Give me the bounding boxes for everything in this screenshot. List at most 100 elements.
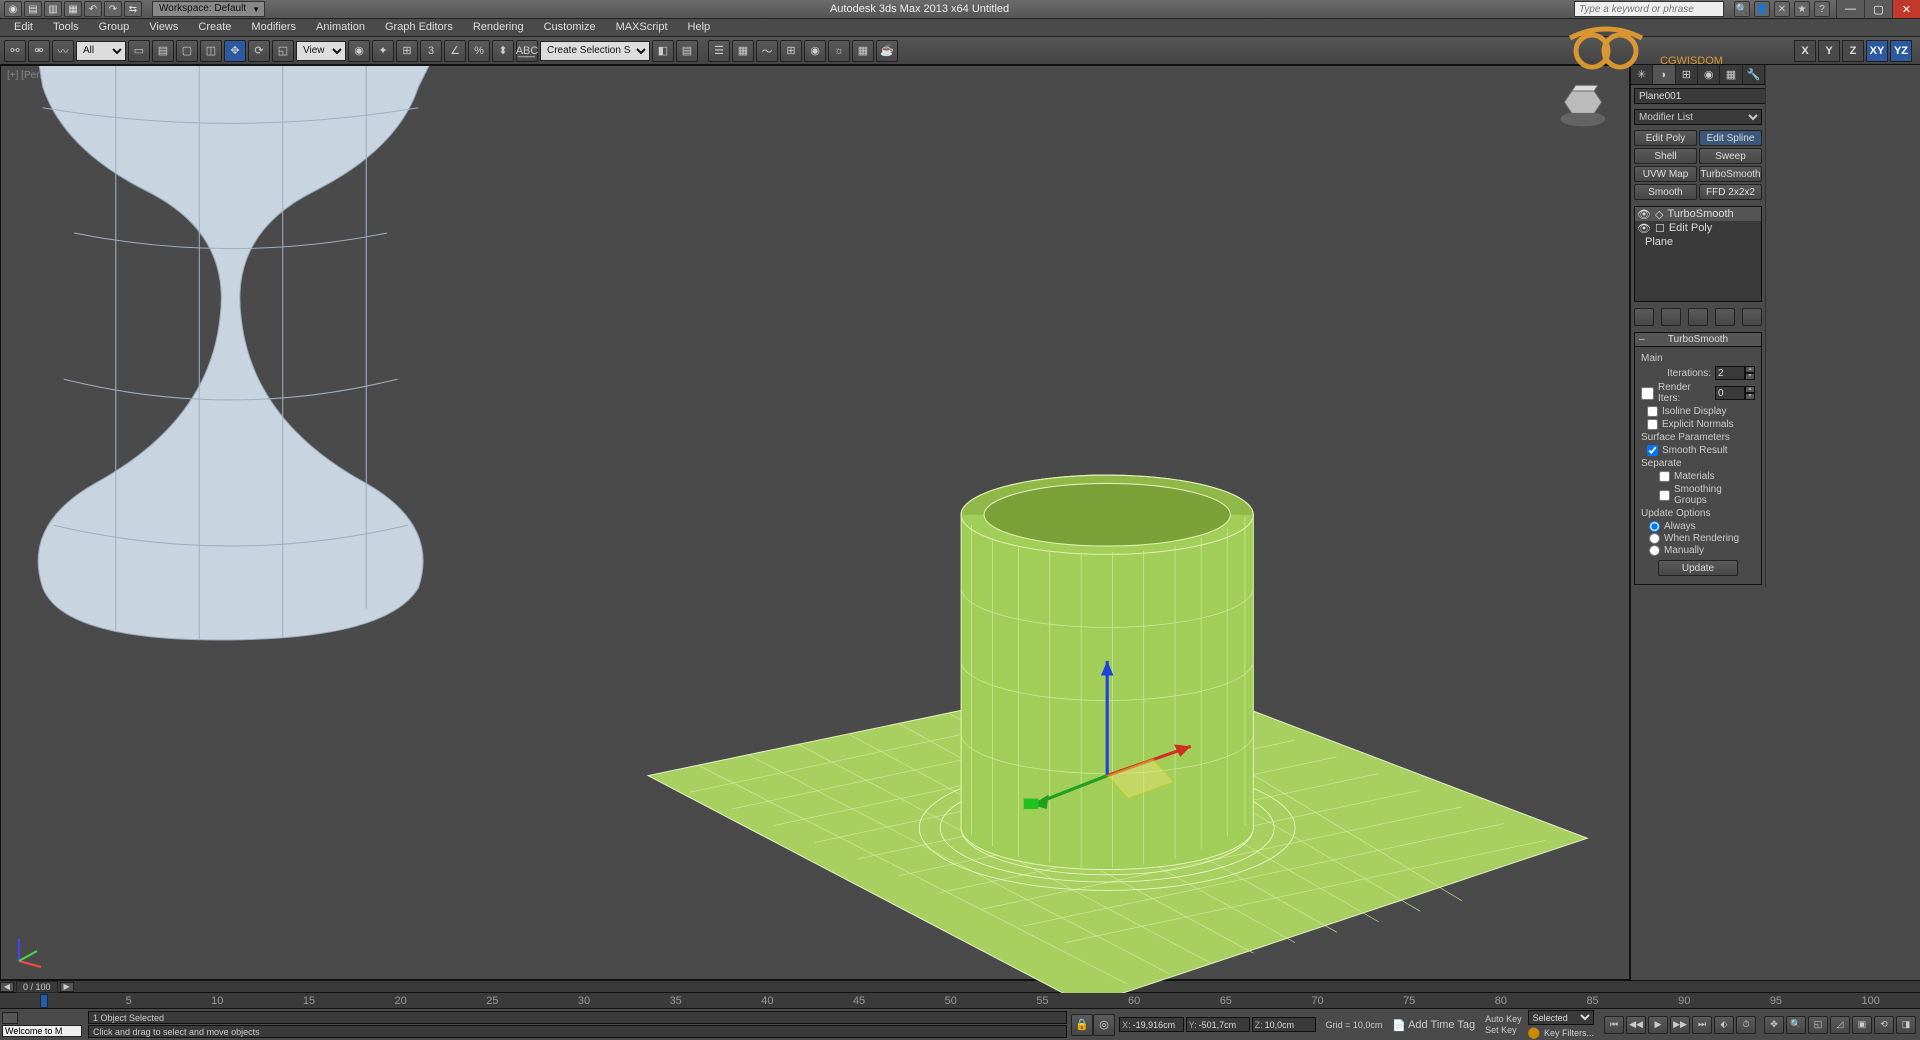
timeline[interactable]: 0510152025303540455055606570758085909510… xyxy=(0,993,1920,1009)
zoom-extents-icon[interactable]: ▣ xyxy=(1852,1016,1872,1034)
mirror-icon[interactable]: ◧ xyxy=(652,40,674,62)
tab-display-icon[interactable]: ▦ xyxy=(1720,65,1742,84)
keyboard-shortcut-icon[interactable]: ⊞ xyxy=(396,40,418,62)
orbit-icon[interactable]: ⟲ xyxy=(1874,1016,1894,1034)
ref-coord-system[interactable]: View xyxy=(296,41,346,61)
search-input[interactable] xyxy=(1574,1,1724,17)
rollout-header[interactable]: TurboSmooth xyxy=(1635,333,1761,347)
render-iters-check[interactable] xyxy=(1641,387,1654,400)
maximize-viewport-icon[interactable]: ◨ xyxy=(1896,1016,1916,1034)
save-icon[interactable]: ▦ xyxy=(64,1,82,17)
menu-edit[interactable]: Edit xyxy=(4,19,43,36)
maximize-button[interactable]: ▢ xyxy=(1864,0,1892,18)
manipulate-icon[interactable]: ✦ xyxy=(372,40,394,62)
configure-sets-icon[interactable] xyxy=(1742,308,1762,326)
axis-xy[interactable]: XY xyxy=(1866,40,1888,62)
axis-x[interactable]: X xyxy=(1794,40,1816,62)
render-setup-icon[interactable]: ☼ xyxy=(828,40,850,62)
menu-rendering[interactable]: Rendering xyxy=(463,19,534,36)
pin-stack-icon[interactable] xyxy=(1634,308,1654,326)
selection-filter[interactable]: All xyxy=(76,41,126,61)
new-icon[interactable]: ▤ xyxy=(24,1,42,17)
exchange-icon[interactable]: ✕ xyxy=(1774,1,1790,17)
tab-modify-icon[interactable]: ◗ xyxy=(1653,65,1675,84)
time-config-icon[interactable]: ⏱ xyxy=(1736,1016,1756,1034)
smooth-result-check[interactable] xyxy=(1647,445,1658,456)
update-button[interactable]: Update xyxy=(1658,560,1738,576)
menu-modifiers[interactable]: Modifiers xyxy=(241,19,306,36)
mod-smooth[interactable]: Smooth xyxy=(1634,184,1697,200)
render-frame-icon[interactable]: ▦ xyxy=(852,40,874,62)
snap-toggle-icon[interactable]: 3 xyxy=(420,40,442,62)
upd-render-radio[interactable] xyxy=(1649,533,1660,544)
key-icon[interactable]: ⬤ xyxy=(1528,1026,1540,1039)
explicit-normals-check[interactable] xyxy=(1647,419,1658,430)
spin-up-icon[interactable]: ▴ xyxy=(1745,366,1755,373)
close-button[interactable]: ✕ xyxy=(1892,0,1920,18)
curve-editor-icon[interactable]: 〜 xyxy=(756,40,778,62)
menu-help[interactable]: Help xyxy=(678,19,721,36)
unlink-tool-icon[interactable]: ⚮ xyxy=(28,40,50,62)
make-unique-icon[interactable] xyxy=(1688,308,1708,326)
select-by-name-icon[interactable]: ▤ xyxy=(152,40,174,62)
window-crossing-icon[interactable]: ◫ xyxy=(200,40,222,62)
mod-uvw[interactable]: UVW Map xyxy=(1634,166,1697,182)
sep-sgroups-check[interactable] xyxy=(1659,490,1670,501)
redo-icon[interactable]: ↷ xyxy=(104,1,122,17)
key-mode-icon[interactable]: ⬖ xyxy=(1714,1016,1734,1034)
menu-create[interactable]: Create xyxy=(188,19,241,36)
link-icon[interactable]: ⇆ xyxy=(124,1,142,17)
material-editor-icon[interactable]: ◉ xyxy=(804,40,826,62)
mod-turbosmooth[interactable]: TurboSmooth xyxy=(1699,166,1762,182)
axis-y[interactable]: Y xyxy=(1818,40,1840,62)
tab-utilities-icon[interactable]: 🔧 xyxy=(1743,65,1765,84)
setkey-button[interactable]: Set Key xyxy=(1485,1025,1522,1035)
upd-always-radio[interactable] xyxy=(1649,521,1660,532)
pan-icon[interactable]: ✥ xyxy=(1764,1016,1784,1034)
fov-icon[interactable]: ◿ xyxy=(1830,1016,1850,1034)
open-icon[interactable]: ▥ xyxy=(44,1,62,17)
prev-frame-icon[interactable]: ◀◀ xyxy=(1626,1016,1646,1034)
favorite-icon[interactable]: ★ xyxy=(1794,1,1810,17)
spin-up-icon[interactable]: ▴ xyxy=(1745,386,1755,393)
edit-named-sel-icon[interactable]: A͟B͟C xyxy=(516,40,538,62)
named-selection-set[interactable]: Create Selection Se xyxy=(540,41,650,61)
bind-space-warp-icon[interactable]: 〰 xyxy=(52,40,74,62)
rect-region-icon[interactable]: ▢ xyxy=(176,40,198,62)
percent-snap-icon[interactable]: % xyxy=(468,40,490,62)
zoom-all-icon[interactable]: ◱ xyxy=(1808,1016,1828,1034)
time-slider[interactable] xyxy=(40,994,48,1008)
spinner-snap-icon[interactable]: ⬍ xyxy=(492,40,514,62)
menu-group[interactable]: Group xyxy=(89,19,140,36)
axis-z[interactable]: Z xyxy=(1842,40,1864,62)
search-icon[interactable]: 🔍 xyxy=(1734,1,1750,17)
signin-icon[interactable]: 👤 xyxy=(1754,1,1770,17)
select-move-icon[interactable]: ✥ xyxy=(224,40,246,62)
mod-ffd[interactable]: FFD 2x2x2 xyxy=(1699,184,1762,200)
spin-down-icon[interactable]: ▾ xyxy=(1745,393,1755,400)
tab-motion-icon[interactable]: ◉ xyxy=(1698,65,1720,84)
isoline-check[interactable] xyxy=(1647,406,1658,417)
axis-yz[interactable]: YZ xyxy=(1890,40,1912,62)
menu-maxscript[interactable]: MAXScript xyxy=(606,19,678,36)
menu-graph-editors[interactable]: Graph Editors xyxy=(375,19,463,36)
sep-materials-check[interactable] xyxy=(1659,471,1670,482)
mod-shell[interactable]: Shell xyxy=(1634,148,1697,164)
app-icon[interactable]: ◉ xyxy=(4,1,22,17)
schematic-icon[interactable]: ⊞ xyxy=(780,40,802,62)
render-icon[interactable]: ☕ xyxy=(876,40,898,62)
tab-hierarchy-icon[interactable]: ⊞ xyxy=(1676,65,1698,84)
angle-snap-icon[interactable]: ∠ xyxy=(444,40,466,62)
mod-edit-spline[interactable]: Edit Spline xyxy=(1699,130,1762,146)
modifier-stack[interactable]: 👁◇TurboSmooth 👁☐Edit Poly Plane xyxy=(1634,206,1762,302)
iterations-field[interactable] xyxy=(1715,366,1745,380)
object-name-field[interactable] xyxy=(1634,88,1776,104)
workspace-selector[interactable]: Workspace: Default xyxy=(152,1,265,17)
layers-icon[interactable]: ☰ xyxy=(708,40,730,62)
viewport[interactable]: [+] [Perspective] [Shaded] xyxy=(0,65,1630,980)
menu-tools[interactable]: Tools xyxy=(43,19,89,36)
remove-modifier-icon[interactable] xyxy=(1715,308,1735,326)
use-pivot-icon[interactable]: ◉ xyxy=(348,40,370,62)
help-icon[interactable]: ? xyxy=(1814,1,1830,17)
menu-animation[interactable]: Animation xyxy=(306,19,375,36)
